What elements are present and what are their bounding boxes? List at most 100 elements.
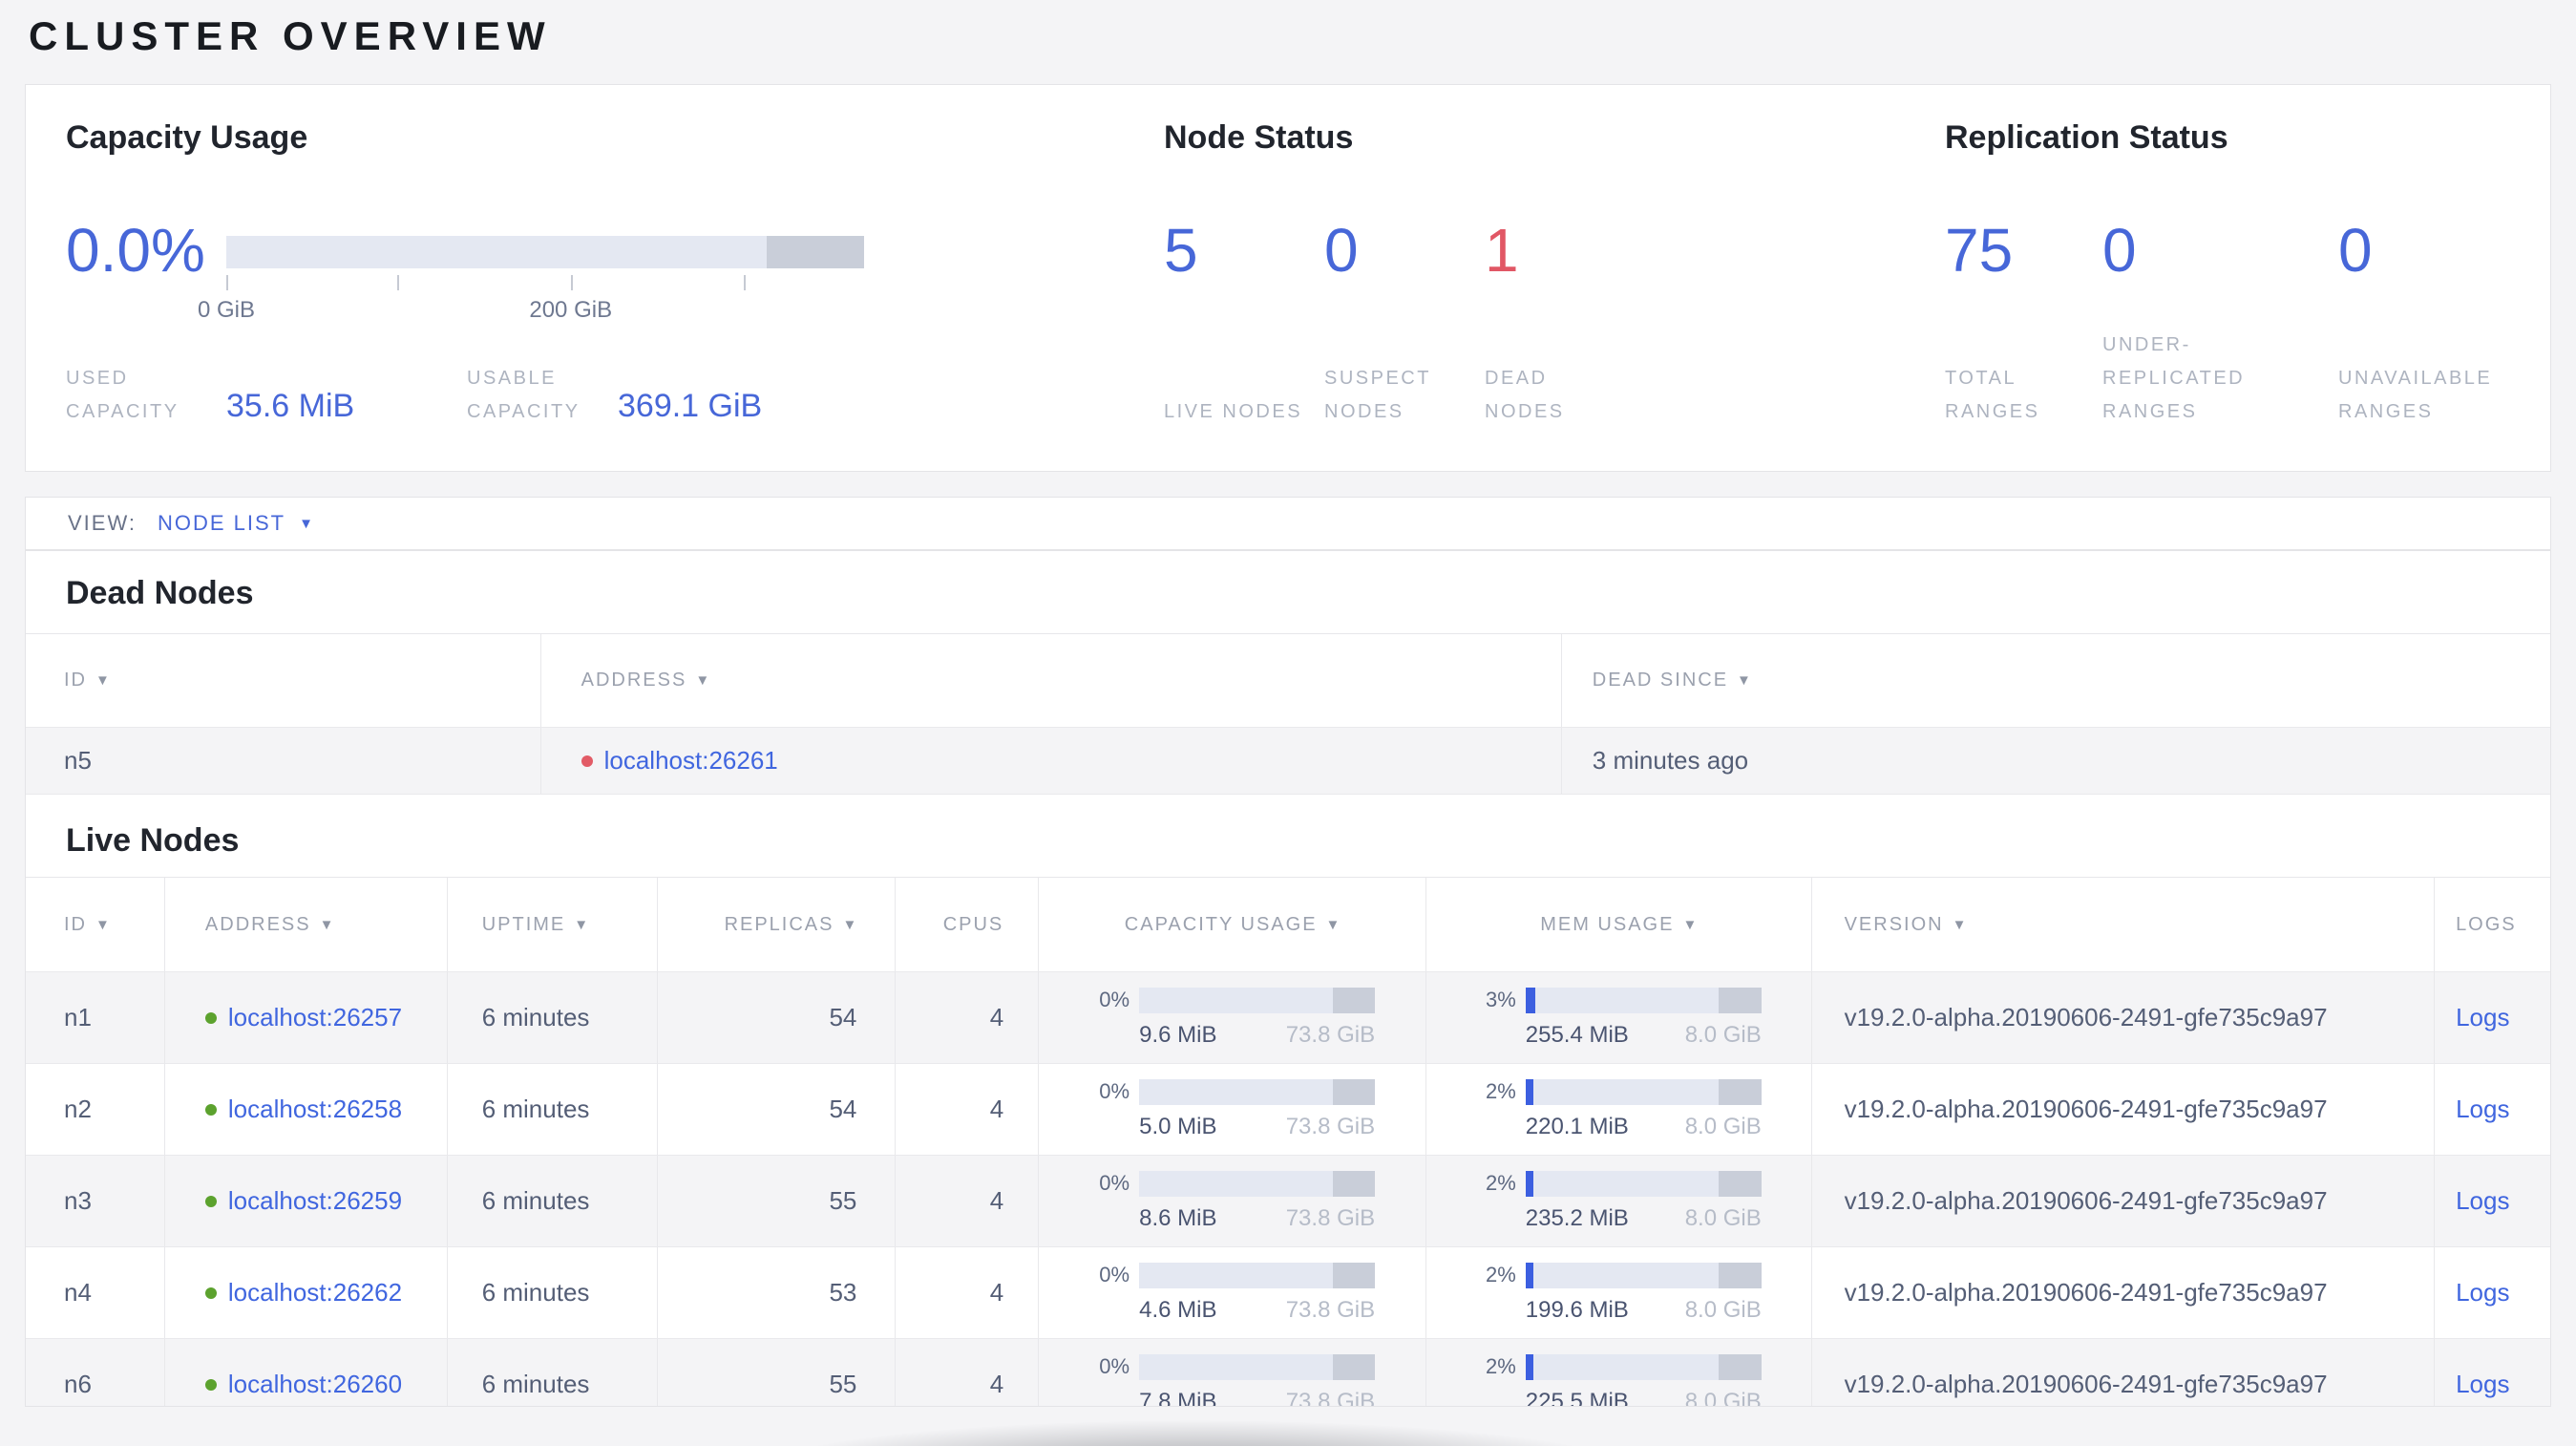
column-header-label: ADDRESS — [204, 913, 311, 935]
stat-value: 5 — [1164, 216, 1198, 285]
view-label: VIEW: — [68, 511, 137, 535]
usage-bar-row: 3% — [1476, 987, 1762, 1013]
node-id-cell: n1 — [26, 972, 165, 1063]
mem-usage-cell: 2% 220.1 MiB 8.0 GiB — [1426, 1064, 1812, 1155]
stat-label: SUSPECT NODES — [1324, 368, 1431, 422]
node-address-cell: localhost:26261 — [541, 728, 1562, 794]
capacity-usage-title: Capacity Usage — [66, 119, 308, 156]
node-id-cell: n6 — [26, 1339, 165, 1406]
replicas-cell: 53 — [658, 1247, 897, 1338]
usage-used-value: 199.6 MiB — [1525, 1296, 1629, 1323]
dead-since-cell: 3 minutes ago — [1562, 728, 2550, 794]
column-header-label: ID — [64, 670, 87, 691]
column-header-address[interactable]: ADDRESS ▼ — [541, 634, 1562, 727]
usage-bar-reserved — [1332, 1078, 1376, 1105]
usage-bar-row: 0% — [1089, 1262, 1376, 1288]
cpus-cell-value: 4 — [989, 1095, 1004, 1123]
node-address-link[interactable]: localhost:26260 — [228, 1370, 402, 1399]
column-header-logs: LOGS — [2435, 878, 2550, 971]
stat-value: 0 — [2102, 216, 2137, 285]
usage-meter: 0% 5.0 MiB 73.8 GiB — [1089, 1078, 1376, 1140]
mem-usage-cell: 3% 255.4 MiB 8.0 GiB — [1426, 972, 1812, 1063]
usage-percent: 2% — [1485, 1354, 1516, 1378]
node-address-cell: localhost:26262 — [165, 1247, 448, 1338]
sort-arrow-icon: ▼ — [95, 916, 110, 933]
sort-arrow-icon: ▼ — [1952, 916, 1967, 933]
column-header-replicas[interactable]: REPLICAS ▼ — [658, 878, 897, 971]
logs-link[interactable]: Logs — [2456, 1370, 2509, 1399]
usage-bar-row: 0% — [1089, 987, 1376, 1013]
logs-cell: Logs — [2435, 1156, 2550, 1246]
sort-arrow-icon: ▼ — [695, 672, 710, 689]
dead-status-dot-icon — [581, 755, 593, 767]
node-address-link[interactable]: localhost:26261 — [604, 746, 778, 776]
usage-labels: 9.6 MiB 73.8 GiB — [1139, 1022, 1375, 1049]
column-header-dead-since[interactable]: DEAD SINCE ▼ — [1562, 634, 2550, 727]
column-header-label: ID — [64, 913, 87, 935]
node-address-link[interactable]: localhost:26262 — [228, 1278, 402, 1308]
live-status-dot-icon — [204, 1378, 217, 1391]
column-header-capacity-usage[interactable]: CAPACITY USAGE ▼ — [1039, 878, 1426, 971]
axis-tick — [397, 275, 400, 290]
version-cell-value: v19.2.0-alpha.20190606-2491-gfe735c9a97 — [1844, 1095, 2328, 1123]
usage-used-value: 4.6 MiB — [1139, 1296, 1217, 1323]
view-bar: VIEW: NODE LIST ▼ — [25, 497, 2551, 550]
replication-stats: 75 TOTAL RANGES 0 UNDER-REPLICATED RANGES 0 U… — [1945, 85, 2576, 471]
node-id: n3 — [64, 1186, 92, 1215]
capacity-axis: 0 GiB 200 GiB — [198, 236, 864, 351]
dead-nodes-table: ID ▼ ADDRESS ▼ DEAD SINCE ▼ n5 localhost:26261… — [26, 633, 2550, 795]
capacity-usage-percent: 0.0% — [66, 216, 205, 285]
usage-bar-track — [1525, 1170, 1762, 1197]
stat-value: 0 — [2338, 216, 2373, 285]
logs-link[interactable]: Logs — [2456, 1278, 2509, 1308]
sort-arrow-icon: ▼ — [1682, 916, 1698, 933]
column-header-id[interactable]: ID ▼ — [26, 878, 165, 971]
live-status-dot-icon — [204, 1011, 217, 1024]
node-address-link[interactable]: localhost:26257 — [228, 1003, 402, 1032]
usage-total-value: 8.0 GiB — [1684, 1021, 1762, 1048]
cluster-overview-page: CLUSTER OVERVIEW Capacity Usage 0.0% 0 G… — [0, 0, 2576, 1446]
column-header-uptime[interactable]: UPTIME ▼ — [448, 878, 658, 971]
column-header-version[interactable]: VERSION ▼ — [1812, 878, 2436, 971]
replicas-cell-value: 53 — [829, 1278, 857, 1307]
logs-link[interactable]: Logs — [2456, 1186, 2509, 1216]
logs-link[interactable]: Logs — [2456, 1003, 2509, 1032]
cpus-cell-value: 4 — [989, 1278, 1004, 1307]
node-address-link[interactable]: localhost:26259 — [228, 1186, 402, 1216]
usage-bar-row: 2% — [1476, 1353, 1762, 1380]
axis-tick-label: 200 GiB — [529, 297, 613, 323]
view-selector-dropdown[interactable]: NODE LIST ▼ — [158, 511, 313, 536]
usage-total-value: 73.8 GiB — [1285, 1296, 1376, 1323]
usage-total-value: 8.0 GiB — [1684, 1113, 1762, 1139]
usage-percent: 0% — [1099, 1079, 1130, 1103]
view-selected-value[interactable]: NODE LIST — [158, 511, 285, 536]
capacity-usage-cell: 0% 9.6 MiB 73.8 GiB — [1039, 972, 1426, 1063]
summary-card: Capacity Usage 0.0% 0 GiB 200 GiB USED CA… — [25, 84, 2551, 472]
dead-node-row: n5 localhost:26261 3 minutes ago — [26, 728, 2550, 795]
usage-bar-track — [1139, 1078, 1376, 1105]
uptime-cell-value: 6 minutes — [481, 1095, 590, 1123]
usage-bar-reserved — [1719, 987, 1762, 1013]
uptime-cell: 6 minutes — [448, 1064, 658, 1155]
logs-link[interactable]: Logs — [2456, 1095, 2509, 1124]
node-address-link[interactable]: localhost:26258 — [228, 1095, 402, 1124]
live-table-header: ID ▼ ADDRESS ▼ UPTIME ▼ REPLICAS ▼ CPUS CAPACITY … — [26, 878, 2550, 971]
usage-bar-row: 2% — [1476, 1262, 1762, 1288]
axis-tick-label: 0 GiB — [197, 297, 256, 323]
cpus-cell-value: 4 — [989, 1370, 1004, 1398]
stat-under-replicated-ranges: 0 UNDER-REPLICATED RANGES — [2102, 85, 2338, 471]
used-capacity-value: 35.6 MiB — [226, 388, 355, 424]
live-node-row: n1 localhost:26257 6 minutes 54 4 0% 9.6 MiB 73… — [26, 971, 2550, 1063]
version-cell-value: v19.2.0-alpha.20190606-2491-gfe735c9a97 — [1844, 1186, 2328, 1215]
stat-value: 1 — [1485, 216, 1519, 285]
dead-table-header: ID ▼ ADDRESS ▼ DEAD SINCE ▼ — [26, 634, 2550, 728]
column-header-mem-usage[interactable]: MEM USAGE ▼ — [1426, 878, 1812, 971]
column-header-address[interactable]: ADDRESS ▼ — [165, 878, 448, 971]
replicas-cell-value: 55 — [829, 1370, 857, 1398]
node-id: n5 — [64, 746, 92, 775]
sort-arrow-icon: ▼ — [842, 916, 857, 933]
sort-arrow-icon: ▼ — [1325, 916, 1341, 933]
column-header-id[interactable]: ID ▼ — [26, 634, 541, 727]
column-header-label: VERSION — [1844, 913, 1944, 935]
usage-used-value: 220.1 MiB — [1525, 1113, 1629, 1139]
